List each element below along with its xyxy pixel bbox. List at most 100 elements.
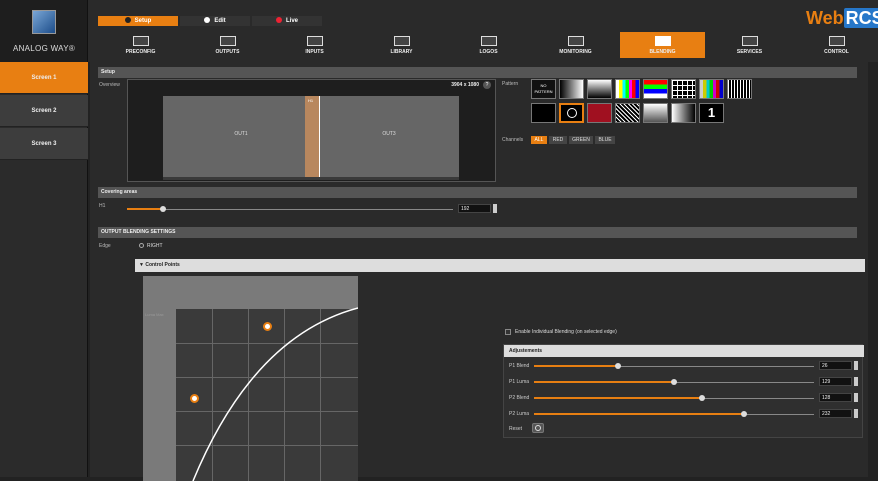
adj-label: P1 Blend [509, 363, 530, 369]
nav-outputs[interactable]: OUTPUTS [185, 32, 270, 58]
edge-radio[interactable] [139, 243, 144, 248]
resolution-text: 3904 x 1080 [451, 82, 479, 88]
nav-label: LOGOS [479, 49, 498, 55]
covering-slider-knob[interactable] [160, 206, 166, 212]
pattern-label: Pattern [502, 81, 519, 87]
nav-monitoring[interactable]: MONITORING [533, 32, 618, 58]
webrcs-brand: WebRCS⛶ [806, 8, 878, 29]
pattern-v-gradient[interactable] [587, 79, 612, 99]
adj-value-input[interactable]: 128 [819, 393, 852, 402]
reset-button[interactable] [532, 423, 544, 433]
adj-slider-knob[interactable] [741, 411, 747, 417]
adj-slider-fill [534, 413, 744, 415]
adj-slider-fill [534, 365, 618, 367]
covering-tag: H1 [308, 98, 314, 103]
control-points-header[interactable]: ▼ Control Points [135, 259, 865, 272]
pattern-red[interactable] [587, 103, 612, 123]
reset-label: Reset [509, 426, 523, 432]
edge-label: Edge [99, 243, 111, 249]
nav-label: PRECONFIG [125, 49, 156, 55]
control-point-1[interactable] [190, 394, 199, 403]
mode-setup-button[interactable]: Setup [98, 16, 178, 26]
mode-live-label: Live [285, 18, 298, 24]
adj-slider-knob[interactable] [699, 395, 705, 401]
adj-value-input[interactable]: 129 [819, 377, 852, 386]
adj-slider-knob[interactable] [671, 379, 677, 385]
individual-blending-checkbox[interactable] [505, 329, 511, 335]
adj-slider-knob[interactable] [615, 363, 621, 369]
control-point-2[interactable] [263, 322, 272, 331]
circle-pattern-icon [567, 108, 577, 118]
record-icon [275, 17, 282, 23]
channel-blue[interactable]: BLUE [595, 136, 615, 144]
library-icon [393, 36, 410, 46]
nav-logos[interactable]: LOGOS [446, 32, 531, 58]
nav-library[interactable]: LIBRARY [359, 32, 444, 58]
pattern-lines[interactable] [727, 79, 752, 99]
pattern-color-bars[interactable] [615, 79, 640, 99]
pattern-smpte[interactable] [699, 79, 724, 99]
mode-live-button[interactable]: Live [252, 16, 322, 26]
screen-3-button[interactable]: Screen 3 [0, 128, 88, 160]
mode-setup-label: Setup [134, 18, 152, 24]
nav-control[interactable]: CONTROL [794, 32, 878, 58]
adj-value-input[interactable]: 232 [819, 409, 852, 418]
covering-value-input[interactable]: 192 [458, 204, 491, 213]
pattern-circle[interactable] [559, 103, 584, 123]
mode-edit-label: Edit [214, 18, 226, 24]
adjustments-panel: Adjustements P1 Blend 26 P1 Luma 129 P2 … [503, 344, 864, 438]
brand-suffix: RCS [843, 8, 878, 28]
adj-label: P2 Luma [509, 411, 530, 417]
adj-label: P2 Blend [509, 395, 530, 401]
nav-label: INPUTS [305, 49, 324, 55]
nav-inputs[interactable]: INPUTS [272, 32, 357, 58]
analog-way-logo-icon [32, 10, 56, 34]
covering-slider-fill [127, 208, 163, 210]
adjustments-title: Adjustements [504, 345, 864, 357]
channel-green[interactable]: GREEN [569, 136, 593, 144]
nav-label: CONTROL [824, 49, 849, 55]
pattern-crosshatch[interactable] [615, 103, 640, 123]
pattern-rgb-bars[interactable] [643, 79, 668, 99]
pattern-h-gradient[interactable] [559, 79, 584, 99]
help-icon[interactable]: ? [483, 81, 491, 89]
covering-slider-track[interactable] [127, 209, 453, 210]
covering-section-title: Covering areas [98, 187, 857, 198]
pattern-black[interactable] [531, 103, 556, 123]
logo-area: ANALOG WAY® [0, 0, 88, 62]
output-out1[interactable]: OUT1 [163, 96, 319, 177]
adj-slider-fill [534, 397, 702, 399]
covering-spinner[interactable] [493, 204, 497, 213]
pattern-number[interactable]: 1 [699, 103, 724, 123]
adj-slider-fill [534, 381, 674, 383]
blending-icon [654, 36, 671, 46]
covering-h-label: H1 [99, 203, 106, 209]
screen-2-button[interactable]: Screen 2 [0, 95, 88, 127]
nav-label: MONITORING [559, 49, 592, 55]
reset-icon [535, 425, 541, 431]
brand-prefix: Web [806, 8, 844, 28]
logos-icon [480, 36, 497, 46]
play-icon [204, 17, 211, 23]
adj-spinner[interactable] [854, 361, 858, 370]
nav-preconfig[interactable]: PRECONFIG [98, 32, 183, 58]
edge-line [319, 96, 320, 177]
nav-blending[interactable]: BLENDING [620, 32, 705, 58]
nav-services[interactable]: SERVICES [707, 32, 792, 58]
adj-spinner[interactable] [854, 377, 858, 386]
pattern-none[interactable]: NO PATTERN [531, 79, 556, 99]
pattern-v-ramp[interactable] [643, 103, 668, 123]
pattern-grid[interactable] [671, 79, 696, 99]
screen-1-button[interactable]: Screen 1 [0, 62, 88, 94]
channel-red[interactable]: RED [549, 136, 567, 144]
adj-value-input[interactable]: 26 [819, 361, 852, 370]
pattern-h-ramp[interactable] [671, 103, 696, 123]
blend-curve-graph[interactable]: Luma Max [143, 276, 358, 481]
gear-icon [124, 17, 131, 23]
channel-all[interactable]: ALL [531, 136, 547, 144]
adj-spinner[interactable] [854, 409, 858, 418]
monitoring-icon [567, 36, 584, 46]
adj-spinner[interactable] [854, 393, 858, 402]
output-out3[interactable]: OUT3 [319, 96, 459, 177]
mode-edit-button[interactable]: Edit [180, 16, 250, 26]
